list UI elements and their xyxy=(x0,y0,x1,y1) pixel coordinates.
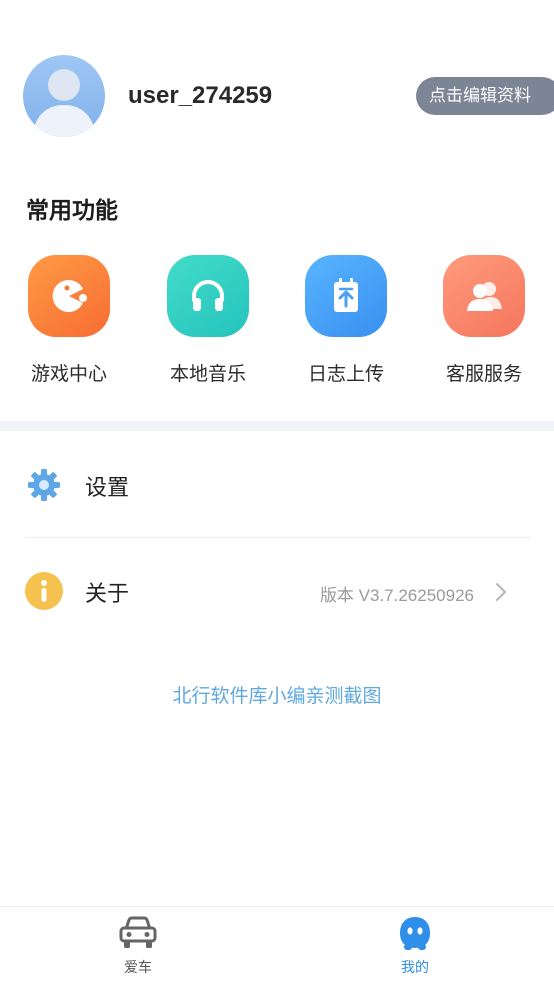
info-icon xyxy=(25,572,63,610)
about-row[interactable]: 关于 版本 V3.7.26250926 xyxy=(0,562,554,622)
version-text: 版本 V3.7.26250926 xyxy=(319,586,474,605)
username: user_274259 xyxy=(128,82,273,109)
upload-icon xyxy=(305,255,387,337)
headphones-icon xyxy=(167,255,249,337)
avatar[interactable] xyxy=(23,55,105,137)
users-icon xyxy=(443,255,525,337)
section-divider xyxy=(0,421,554,431)
chevron-right-icon xyxy=(494,582,508,606)
row-divider xyxy=(25,537,531,538)
settings-label: 设置 xyxy=(85,476,130,501)
tab-mine[interactable]: 我的 xyxy=(365,915,465,977)
edit-profile-button[interactable]: 点击编辑资料 xyxy=(416,77,554,115)
tab-car-label: 爱车 xyxy=(124,960,152,976)
bottom-tab-bar: 爱车 我的 xyxy=(0,906,554,984)
function-log-upload[interactable]: 日志上传 xyxy=(296,255,396,386)
tab-car[interactable]: 爱车 xyxy=(88,915,188,977)
tab-mine-label: 我的 xyxy=(401,960,429,976)
function-label: 本地音乐 xyxy=(169,363,246,385)
gear-icon xyxy=(25,466,63,504)
function-local-music[interactable]: 本地音乐 xyxy=(158,255,258,386)
watermark-text: 北行软件库小编亲测截图 xyxy=(172,685,382,707)
mascot-icon xyxy=(400,917,430,950)
car-icon xyxy=(119,916,157,948)
function-customer-service[interactable]: 客服服务 xyxy=(434,255,534,386)
function-label: 客服服务 xyxy=(445,363,522,385)
game-icon xyxy=(28,255,110,337)
function-label: 日志上传 xyxy=(307,363,384,385)
function-label: 游戏中心 xyxy=(30,363,107,385)
settings-row[interactable]: 设置 xyxy=(0,456,554,516)
profile-header: user_274259 点击编辑资料 xyxy=(0,0,554,170)
about-label: 关于 xyxy=(85,582,130,607)
function-game-center[interactable]: 游戏中心 xyxy=(19,255,119,386)
avatar-person-icon xyxy=(32,69,96,137)
section-title-common-functions: 常用功能 xyxy=(26,198,118,224)
